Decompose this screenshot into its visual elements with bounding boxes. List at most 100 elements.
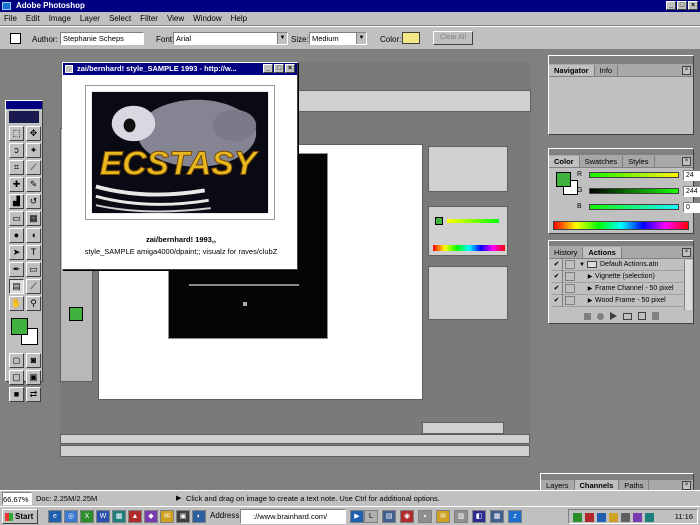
healing-brush-tool-icon[interactable]: ✚ bbox=[9, 177, 24, 192]
menu-filter[interactable]: Filter bbox=[140, 12, 158, 25]
action-row[interactable]: ✔ ▶ Vignette (selection) bbox=[551, 270, 683, 283]
app-icon[interactable]: ✉ bbox=[436, 510, 450, 523]
app-icon[interactable]: ▣ bbox=[176, 510, 190, 523]
popup-title-bar[interactable]: zai/bernhard! style_SAMPLE 1993 - http:/… bbox=[63, 63, 297, 75]
menu-select[interactable]: Select bbox=[109, 12, 131, 25]
image-popup-window[interactable]: zai/bernhard! style_SAMPLE 1993 - http:/… bbox=[62, 62, 298, 270]
stop-icon[interactable] bbox=[583, 312, 591, 320]
browser-icon[interactable]: e bbox=[48, 510, 62, 523]
chevron-down-icon[interactable]: ▼ bbox=[356, 33, 366, 44]
toolbox-header[interactable] bbox=[6, 101, 42, 109]
close-icon[interactable]: × bbox=[285, 64, 295, 73]
tab-navigator[interactable]: Navigator bbox=[549, 65, 595, 76]
browser-icon[interactable]: ◎ bbox=[64, 510, 78, 523]
check-icon[interactable]: ✔ bbox=[551, 258, 563, 271]
tab-info[interactable]: Info bbox=[595, 65, 619, 76]
app-icon[interactable]: ▦ bbox=[112, 510, 126, 523]
notes-tool-icon[interactable]: ▤ bbox=[9, 279, 24, 294]
app-icon[interactable]: ▲ bbox=[128, 510, 142, 523]
standard-mode-icon[interactable]: ◻ bbox=[9, 353, 24, 368]
check-icon[interactable]: ✔ bbox=[551, 282, 563, 295]
screen-mode-black-icon[interactable]: ■ bbox=[9, 387, 24, 402]
menu-file[interactable]: File bbox=[4, 12, 17, 25]
clock[interactable]: 11:16 bbox=[675, 512, 693, 521]
brush-tool-icon[interactable]: ✎ bbox=[26, 177, 41, 192]
author-input[interactable]: Stephanie Scheps bbox=[60, 32, 144, 45]
zoom-tool-icon[interactable]: ⚲ bbox=[26, 296, 41, 311]
magic-wand-tool-icon[interactable]: ✦ bbox=[26, 143, 41, 158]
tray-icon[interactable] bbox=[633, 513, 642, 522]
menu-view[interactable]: View bbox=[167, 12, 184, 25]
check-icon[interactable]: ✔ bbox=[551, 270, 563, 283]
maximize-icon[interactable]: □ bbox=[677, 1, 687, 10]
dodge-tool-icon[interactable]: ◖ bbox=[26, 228, 41, 243]
chevron-right-icon[interactable]: ▶ bbox=[176, 492, 181, 506]
type-tool-icon[interactable]: T bbox=[26, 245, 41, 260]
red-value-input[interactable]: 24 bbox=[683, 170, 700, 181]
tab-history[interactable]: History bbox=[549, 247, 584, 258]
pen-tool-icon[interactable]: ✒ bbox=[9, 262, 24, 277]
maximize-icon[interactable]: □ bbox=[274, 64, 284, 73]
app-icon[interactable]: ▥ bbox=[454, 510, 468, 523]
menu-window[interactable]: Window bbox=[193, 12, 221, 25]
app-icon[interactable]: L bbox=[364, 510, 378, 523]
panel-close-icon[interactable]: × bbox=[682, 66, 691, 75]
word-icon[interactable]: W bbox=[96, 510, 110, 523]
foreground-color[interactable] bbox=[11, 318, 28, 335]
start-button[interactable]: Start bbox=[2, 509, 38, 524]
marquee-tool-icon[interactable]: ⬚ bbox=[9, 126, 24, 141]
blue-slider[interactable] bbox=[589, 204, 679, 210]
chevron-right-icon[interactable]: ▶ bbox=[585, 273, 595, 280]
dialog-toggle-icon[interactable] bbox=[565, 284, 575, 293]
red-slider[interactable] bbox=[589, 172, 679, 178]
hand-tool-icon[interactable]: ✋ bbox=[9, 296, 24, 311]
photoshop-icon[interactable]: z bbox=[508, 510, 522, 523]
app-icon[interactable]: ◧ bbox=[472, 510, 486, 523]
excel-icon[interactable]: X bbox=[80, 510, 94, 523]
panel-close-icon[interactable]: × bbox=[682, 248, 691, 257]
tab-color[interactable]: Color bbox=[549, 156, 580, 167]
screen-mode-standard-icon[interactable]: ▢ bbox=[9, 370, 24, 385]
actions-scrollbar[interactable] bbox=[684, 260, 692, 310]
move-tool-icon[interactable]: ✥ bbox=[26, 126, 41, 141]
color-swatches[interactable] bbox=[9, 316, 39, 348]
panel-close-icon[interactable]: × bbox=[682, 481, 691, 490]
address-input[interactable]: ://www.brainhard.com/ bbox=[240, 509, 346, 524]
minimize-icon[interactable]: _ bbox=[263, 64, 273, 73]
menu-help[interactable]: Help bbox=[231, 12, 247, 25]
quick-mask-icon[interactable]: ◙ bbox=[26, 353, 41, 368]
slice-tool-icon[interactable]: ⟋ bbox=[26, 160, 41, 175]
screen-mode-full-icon[interactable]: ▣ bbox=[26, 370, 41, 385]
tab-styles[interactable]: Styles bbox=[623, 156, 655, 167]
tray-icon[interactable] bbox=[609, 513, 618, 522]
eraser-tool-icon[interactable]: ▭ bbox=[9, 211, 24, 226]
green-slider[interactable] bbox=[589, 188, 679, 194]
jump-to-imageready-icon[interactable]: ⇄ bbox=[26, 387, 41, 402]
clear-all-button[interactable]: Clear All bbox=[433, 31, 473, 45]
trash-icon[interactable] bbox=[651, 312, 659, 320]
note-color-swatch[interactable] bbox=[402, 32, 420, 44]
app-icon[interactable]: ◆ bbox=[144, 510, 158, 523]
tray-icon[interactable] bbox=[585, 513, 594, 522]
tray-icon[interactable] bbox=[621, 513, 630, 522]
path-selection-tool-icon[interactable]: ➤ bbox=[9, 245, 24, 260]
lasso-tool-icon[interactable]: ↄ bbox=[9, 143, 24, 158]
record-icon[interactable] bbox=[596, 312, 604, 320]
play-icon[interactable] bbox=[609, 312, 617, 320]
app-icon[interactable]: ◉ bbox=[400, 510, 414, 523]
new-set-icon[interactable] bbox=[622, 312, 632, 320]
notes-tool-icon[interactable] bbox=[10, 33, 21, 44]
shape-tool-icon[interactable]: ▭ bbox=[26, 262, 41, 277]
crop-tool-icon[interactable]: ⌗ bbox=[9, 160, 24, 175]
blur-tool-icon[interactable]: ● bbox=[9, 228, 24, 243]
action-row[interactable]: ✔ ▶ Frame Channel - 50 pixel bbox=[551, 282, 683, 295]
dialog-toggle-icon[interactable] bbox=[565, 272, 575, 281]
panel-foreground-color[interactable] bbox=[556, 172, 571, 187]
minimize-icon[interactable]: _ bbox=[666, 1, 676, 10]
app-icon[interactable]: ▤ bbox=[382, 510, 396, 523]
adobe-logo-icon[interactable] bbox=[9, 111, 39, 123]
action-set-row[interactable]: ✔ ▼ Default Actions.atn bbox=[551, 258, 683, 271]
chevron-down-icon[interactable]: ▼ bbox=[577, 262, 587, 268]
app-icon[interactable]: ◐ bbox=[192, 510, 206, 523]
panel-close-icon[interactable]: × bbox=[682, 157, 691, 166]
